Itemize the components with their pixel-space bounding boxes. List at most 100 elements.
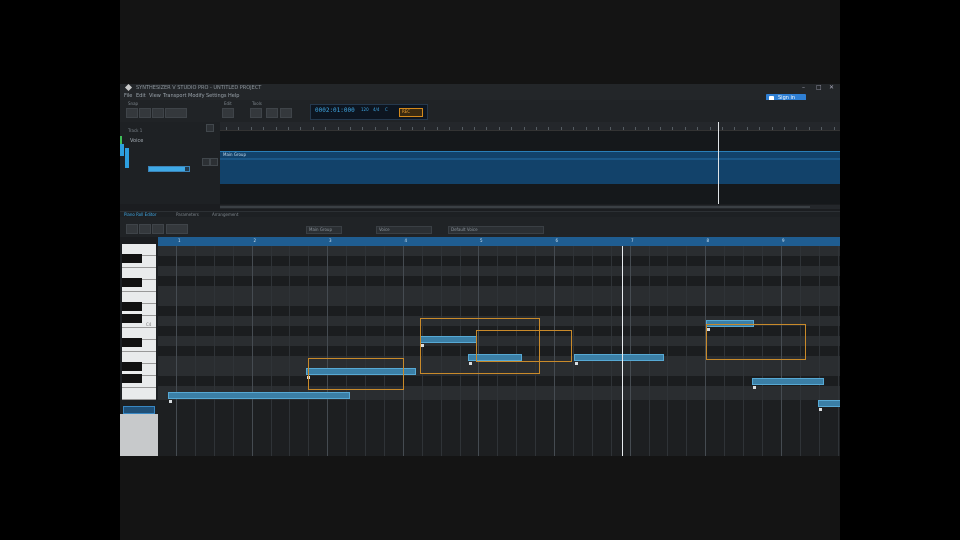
- snap-dropdown[interactable]: [165, 108, 187, 118]
- piano-keyboard[interactable]: C4: [120, 244, 158, 456]
- menu-view[interactable]: View: [149, 92, 161, 100]
- note[interactable]: [574, 354, 664, 361]
- time-signature-display[interactable]: 4/4: [373, 107, 379, 112]
- select-tool-button[interactable]: [266, 108, 278, 118]
- mute-tool-button[interactable]: [250, 108, 262, 118]
- ruler-tick: [709, 127, 711, 130]
- editor-playhead[interactable]: [622, 246, 623, 456]
- piano-roll-ruler[interactable]: 1 2 3 4 5 6 7 8 9: [158, 237, 840, 246]
- menu-settings[interactable]: Settings: [206, 92, 227, 100]
- editor-vibrato-button[interactable]: [152, 224, 164, 234]
- menu-transport[interactable]: Transport: [163, 92, 186, 100]
- arrangement-playhead[interactable]: [718, 122, 719, 204]
- snap-section-label: Snap: [128, 101, 139, 106]
- grid-line: [270, 246, 272, 456]
- mute-button[interactable]: [202, 158, 210, 166]
- ruler-tick: [808, 127, 810, 130]
- main-toolbar: Snap Edit Tools 0002:01:000 120 4/4 C RE…: [120, 100, 840, 123]
- grid-line: [383, 246, 385, 456]
- ruler-tick: [622, 127, 624, 130]
- volume-slider[interactable]: [148, 166, 190, 172]
- group-select[interactable]: Main Group: [306, 226, 342, 234]
- key-display[interactable]: C: [385, 107, 388, 112]
- ruler-tick: [374, 127, 376, 130]
- black-key[interactable]: [122, 278, 142, 287]
- keyboard-lower-panel: [120, 414, 158, 456]
- grid-line: [213, 246, 215, 456]
- ruler-tick: [486, 127, 488, 130]
- undo-button[interactable]: [222, 108, 234, 118]
- track-color-chip[interactable]: [123, 406, 155, 414]
- grid-line: [686, 246, 688, 456]
- bottom-letterbox: [120, 456, 840, 540]
- black-key[interactable]: [122, 314, 142, 323]
- pencil-tool-button[interactable]: [139, 108, 151, 118]
- ruler-tick: [536, 127, 537, 130]
- grid-line: [837, 246, 839, 456]
- menu-modify[interactable]: Modify: [188, 92, 205, 100]
- note-handle[interactable]: [753, 386, 756, 389]
- pitch-curve-region[interactable]: [476, 330, 572, 362]
- add-track-button[interactable]: [206, 124, 214, 132]
- record-button[interactable]: REC: [399, 108, 423, 117]
- roll-ruler-mark: 3: [329, 238, 332, 243]
- pitch-curve-region[interactable]: [706, 324, 806, 360]
- arrangement-ruler[interactable]: [220, 122, 840, 131]
- roll-ruler-mark: 1: [178, 238, 181, 243]
- ruler-tick: [498, 127, 500, 130]
- roll-ruler-mark: 8: [706, 238, 710, 243]
- ruler-tick: [312, 127, 314, 130]
- maximize-button[interactable]: □: [816, 84, 822, 92]
- piano-roll-grid[interactable]: [158, 246, 840, 456]
- scissors-tool-button[interactable]: [152, 108, 164, 118]
- menu-file[interactable]: File: [124, 92, 132, 100]
- voice-database-select[interactable]: Default Voice: [448, 226, 544, 234]
- minimize-button[interactable]: –: [802, 84, 805, 92]
- pitch-lane: [158, 266, 840, 276]
- roll-ruler-mark: 2: [253, 238, 257, 243]
- white-key[interactable]: [122, 388, 156, 400]
- grid-line: [232, 246, 234, 456]
- track-number-label: Track 1: [128, 128, 143, 133]
- note-handle[interactable]: [169, 400, 172, 403]
- black-key[interactable]: [122, 362, 142, 371]
- arrangement-clip[interactable]: Main Group: [220, 151, 840, 184]
- black-key[interactable]: [122, 374, 142, 383]
- bpm-display[interactable]: 120: [361, 107, 369, 112]
- note[interactable]: [752, 378, 824, 385]
- editor-pencil-button[interactable]: [139, 224, 151, 234]
- menu-edit[interactable]: Edit: [136, 92, 146, 100]
- grid-line: [327, 246, 329, 456]
- close-button[interactable]: ✕: [829, 84, 834, 92]
- note[interactable]: [168, 392, 350, 399]
- black-key[interactable]: [122, 254, 142, 263]
- black-key[interactable]: [122, 338, 142, 347]
- ruler-tick: [548, 127, 550, 130]
- editor-pointer-button[interactable]: [126, 224, 138, 234]
- zoom-tool-button[interactable]: [280, 108, 292, 118]
- ruler-tick: [523, 127, 525, 130]
- pointer-tool-button[interactable]: [126, 108, 138, 118]
- menu-help[interactable]: Help: [228, 92, 239, 100]
- grid-line: [402, 246, 404, 456]
- voice-select[interactable]: Voice: [376, 226, 432, 234]
- record-label: REC: [402, 109, 411, 114]
- ruler-tick: [647, 127, 649, 130]
- grid-line: [648, 246, 650, 456]
- solo-button[interactable]: [210, 158, 218, 166]
- note[interactable]: [818, 400, 840, 407]
- tools-section-label: Tools: [252, 101, 262, 106]
- track-name[interactable]: Voice: [130, 138, 143, 144]
- ruler-tick: [672, 127, 674, 130]
- note-handle[interactable]: [819, 408, 822, 411]
- black-key[interactable]: [122, 302, 142, 311]
- grid-line: [251, 246, 253, 456]
- parameter-panel[interactable]: [158, 400, 840, 456]
- ruler-tick: [350, 127, 351, 130]
- arrangement-scrollbar[interactable]: [220, 205, 840, 209]
- note-handle[interactable]: [575, 362, 578, 365]
- window-title: SYNTHESIZER V STUDIO PRO - UNTITLED PROJ…: [136, 85, 262, 91]
- left-letterbox: [0, 0, 120, 540]
- editor-quantize-dropdown[interactable]: [166, 224, 188, 234]
- pitch-curve-region[interactable]: [308, 358, 404, 390]
